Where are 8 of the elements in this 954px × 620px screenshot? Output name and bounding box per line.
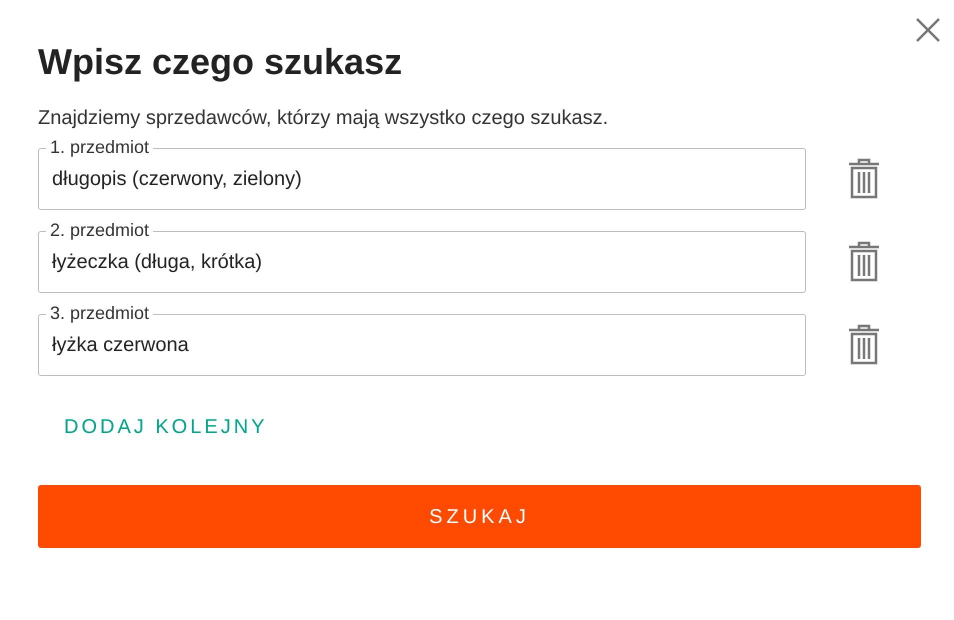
trash-icon (848, 241, 880, 283)
trash-icon (848, 158, 880, 200)
delete-button[interactable] (848, 323, 880, 367)
delete-button[interactable] (848, 157, 880, 201)
dialog-description: Znajdziemy sprzedawców, którzy mają wszystko czego szukasz. (38, 106, 608, 131)
trash-icon (848, 324, 880, 366)
delete-button[interactable] (848, 240, 880, 284)
dialog-title: Wpisz czego szukasz (38, 40, 402, 84)
